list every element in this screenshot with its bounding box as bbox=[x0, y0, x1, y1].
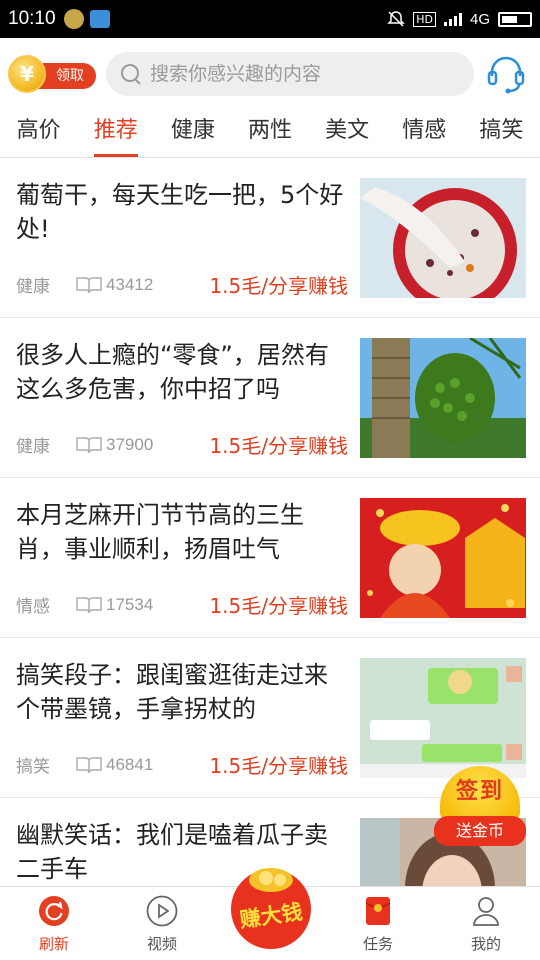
tab-essays[interactable]: 美文 bbox=[309, 110, 386, 157]
article-title[interactable]: 很多人上瘾的“零食”，居然有这么多危害，你中招了吗 bbox=[16, 338, 346, 406]
article-item[interactable]: 很多人上瘾的“零食”，居然有这么多危害，你中招了吗 健康 37900 1.5毛/… bbox=[0, 318, 540, 478]
claim-coin-button[interactable]: 领取 ¥ bbox=[8, 52, 96, 96]
article-category: 情感 bbox=[16, 597, 50, 617]
earn-money-button[interactable]: 赚大钱 bbox=[226, 862, 316, 952]
article-category: 健康 bbox=[16, 277, 50, 297]
article-thumbnail[interactable] bbox=[360, 338, 526, 458]
nav-tasks[interactable]: 任务 bbox=[324, 887, 432, 960]
article-meta: 情感 17534 1.5毛/分享赚钱 bbox=[16, 590, 348, 619]
share-earn-link[interactable]: 1.5毛/分享赚钱 bbox=[209, 430, 348, 459]
search-input[interactable] bbox=[150, 63, 450, 85]
read-count-icon bbox=[76, 276, 102, 293]
article-meta: 健康 37900 1.5毛/分享赚钱 bbox=[16, 430, 348, 459]
article-title[interactable]: 本月芝麻开门节节高的三生肖，事业顺利，扬眉吐气 bbox=[16, 498, 346, 566]
read-count-icon bbox=[76, 436, 102, 453]
article-views: 17534 bbox=[106, 594, 154, 614]
search-bar[interactable] bbox=[106, 52, 474, 96]
article-meta: 健康 43412 1.5毛/分享赚钱 bbox=[16, 270, 348, 299]
article-thumbnail[interactable] bbox=[360, 658, 526, 778]
mute-icon bbox=[387, 11, 406, 27]
read-count-icon bbox=[76, 596, 102, 613]
tab-recommend[interactable]: 推荐 bbox=[77, 110, 154, 157]
battery-icon bbox=[498, 11, 532, 27]
tab-health[interactable]: 健康 bbox=[154, 110, 231, 157]
red-envelope-icon bbox=[365, 897, 391, 925]
hd-icon: HD bbox=[413, 11, 436, 27]
article-views: 43412 bbox=[106, 274, 154, 294]
tab-emotion[interactable]: 情感 bbox=[386, 110, 463, 157]
tab-funny[interactable]: 搞笑 bbox=[463, 110, 540, 157]
nav-video[interactable]: 视频 bbox=[108, 887, 216, 960]
nav-refresh-label: 刷新 bbox=[38, 935, 69, 953]
share-earn-link[interactable]: 1.5毛/分享赚钱 bbox=[209, 590, 348, 619]
signin-reward-label: 送金币 bbox=[434, 816, 526, 846]
category-tabs: 高价 推荐 健康 两性 美文 情感 搞笑 bbox=[0, 110, 540, 158]
article-views: 46841 bbox=[106, 754, 154, 774]
coin-notification-icon bbox=[63, 9, 84, 29]
article-item[interactable]: 本月芝麻开门节节高的三生肖，事业顺利，扬眉吐气 情感 17534 1.5毛/分享… bbox=[0, 478, 540, 638]
article-category: 搞笑 bbox=[16, 757, 50, 777]
nav-profile[interactable]: 我的 bbox=[432, 887, 540, 960]
refresh-icon bbox=[39, 896, 69, 926]
article-item[interactable]: 葡萄干，每天生吃一把，5个好处! 健康 43412 1.5毛/分享赚钱 bbox=[0, 158, 540, 318]
article-title[interactable]: 搞笑段子：跟闺蜜逛街走过来个带墨镜，手拿拐杖的 bbox=[16, 658, 346, 726]
signin-label: 签到 bbox=[440, 766, 520, 822]
tab-high-price[interactable]: 高价 bbox=[0, 110, 77, 157]
read-count-icon bbox=[76, 756, 102, 773]
search-icon bbox=[120, 63, 142, 85]
network-type: 4G bbox=[469, 10, 490, 28]
share-earn-link[interactable]: 1.5毛/分享赚钱 bbox=[209, 750, 348, 779]
article-thumbnail[interactable] bbox=[360, 498, 526, 618]
coin-icon: ¥ bbox=[8, 55, 46, 93]
article-title[interactable]: 葡萄干，每天生吃一把，5个好处! bbox=[16, 178, 346, 246]
status-bar: 10:10 HD 4G bbox=[0, 0, 540, 38]
customer-service-icon[interactable] bbox=[484, 52, 528, 96]
share-earn-link[interactable]: 1.5毛/分享赚钱 bbox=[209, 270, 348, 299]
message-notification-icon bbox=[89, 10, 110, 28]
article-category: 健康 bbox=[16, 437, 50, 457]
top-header: 领取 ¥ bbox=[0, 38, 540, 110]
daily-signin-button[interactable]: 签到 送金币 bbox=[434, 766, 526, 848]
status-time: 10:10 bbox=[8, 8, 56, 29]
nav-profile-label: 我的 bbox=[470, 935, 501, 953]
article-meta: 搞笑 46841 1.5毛/分享赚钱 bbox=[16, 750, 348, 779]
nav-tasks-label: 任务 bbox=[362, 935, 393, 953]
play-icon bbox=[146, 895, 178, 927]
nav-video-label: 视频 bbox=[146, 935, 177, 953]
article-views: 37900 bbox=[106, 434, 154, 454]
article-thumbnail[interactable] bbox=[360, 178, 526, 298]
signal-icon bbox=[443, 12, 462, 26]
nav-refresh[interactable]: 刷新 bbox=[0, 887, 108, 960]
tab-relationships[interactable]: 两性 bbox=[231, 110, 308, 157]
user-icon bbox=[473, 897, 499, 926]
